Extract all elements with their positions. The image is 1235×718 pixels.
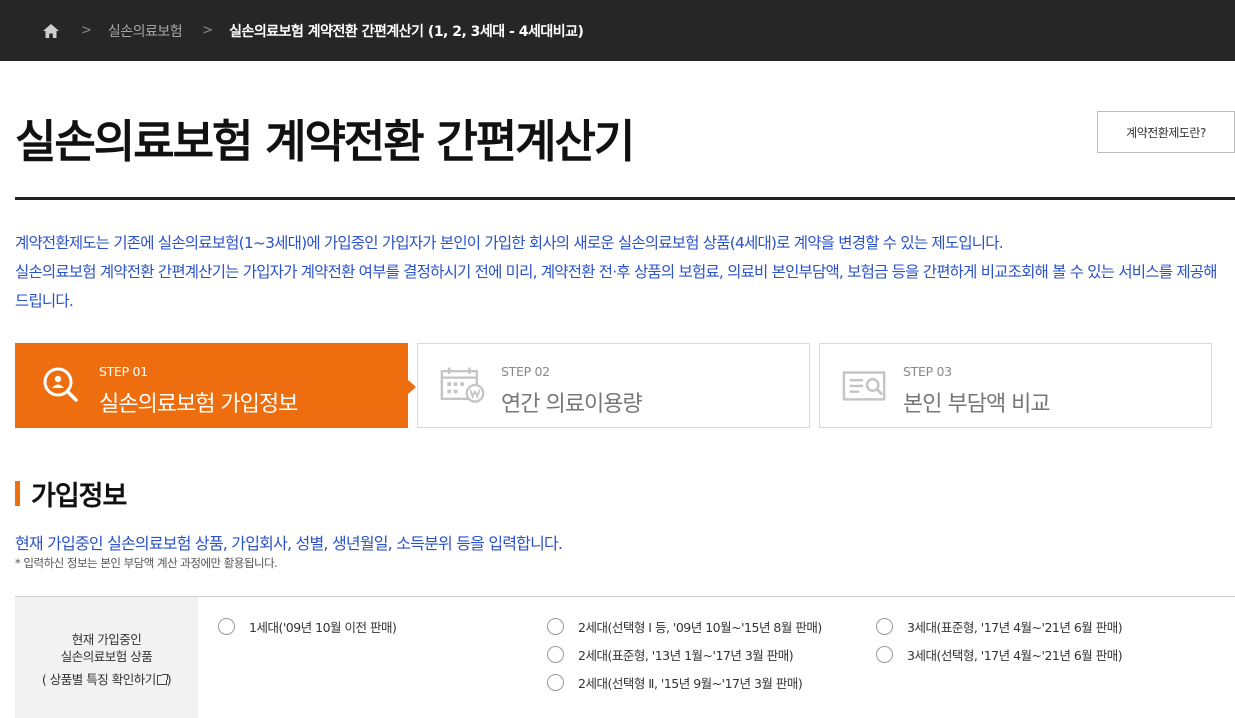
- radio-gen2-standard[interactable]: 2세대(표준형, '13년 1월~'17년 3월 판매): [547, 645, 794, 664]
- radio-label: 2세대(선택형 Ⅰ 등, '09년 10월~'15년 8월 판매): [578, 620, 822, 635]
- breadcrumb: > 실손의료보험 > 실손의료보험 계약전환 간편계산기 (1, 2, 3세대 …: [0, 0, 1235, 61]
- step-01: STEP 01 실손의료보험 가입정보: [15, 343, 416, 428]
- calendar-won-icon: [440, 362, 486, 408]
- intro-line-2: 실손의료보험 계약전환 간편계산기는 가입자가 계약전환 여부를 결정하시기 전…: [15, 263, 1218, 310]
- step-arrow: [408, 380, 416, 394]
- radio-circle[interactable]: [218, 618, 235, 635]
- title-divider: [15, 197, 1235, 200]
- chevron-right-icon: >: [202, 23, 214, 38]
- step-label: 실손의료보험 가입정보: [99, 392, 298, 417]
- section-description: 현재 가입중인 실손의료보험 상품, 가입회사, 성별, 생년월일, 소득분위 …: [15, 534, 563, 553]
- page-title: 실손의료보험 계약전환 간편계산기: [15, 115, 635, 168]
- radio-gen1[interactable]: 1세대('09년 10월 이전 판매): [218, 617, 397, 636]
- breadcrumb-item-current: 실손의료보험 계약전환 간편계산기 (1, 2, 3세대 - 4세대비교): [229, 23, 584, 40]
- search-person-icon: [38, 362, 84, 408]
- section-title: 가입정보: [31, 481, 127, 512]
- step-02: STEP 02 연간 의료이용량: [417, 343, 810, 428]
- radio-gen3-standard[interactable]: 3세대(표준형, '17년 4월~'21년 6월 판매): [876, 617, 1123, 636]
- radio-circle[interactable]: [876, 618, 893, 635]
- document-search-icon: [842, 362, 888, 408]
- radio-label: 3세대(선택형, '17년 4월~'21년 6월 판매): [907, 648, 1123, 663]
- radio-circle[interactable]: [547, 674, 564, 691]
- radio-label: 3세대(표준형, '17년 4월~'21년 6월 판매): [907, 620, 1123, 635]
- home-icon[interactable]: [41, 21, 61, 41]
- radio-circle[interactable]: [547, 646, 564, 663]
- product-features-link[interactable]: ( 상품별 특징 확인하기): [41, 671, 172, 688]
- step-label: 본인 부담액 비교: [903, 392, 1051, 417]
- step-number: STEP 01: [99, 364, 148, 379]
- radio-label: 1세대('09년 10월 이전 판매): [249, 620, 397, 635]
- intro-line-1: 계약전환제도는 기존에 실손의료보험(1~3세대)에 가입중인 가입자가 본인이…: [15, 234, 1004, 252]
- radio-label: 2세대(표준형, '13년 1월~'17년 3월 판매): [578, 648, 794, 663]
- radio-gen3-select[interactable]: 3세대(선택형, '17년 4월~'21년 6월 판매): [876, 645, 1123, 664]
- form-top-border: [15, 596, 1235, 597]
- step-03: STEP 03 본인 부담액 비교: [819, 343, 1212, 428]
- step-number: STEP 02: [501, 364, 550, 379]
- product-label-line-1: 현재 가입중인: [71, 632, 142, 647]
- breadcrumb-item-insurance[interactable]: 실손의료보험: [108, 21, 183, 41]
- radio-circle[interactable]: [876, 646, 893, 663]
- section-note: * 입력하신 정보는 본인 부담액 계산 과정에만 활용됩니다.: [15, 556, 278, 570]
- radio-label: 2세대(선택형 Ⅱ, '15년 9월~'17년 3월 판매): [578, 676, 803, 691]
- radio-gen2-select2[interactable]: 2세대(선택형 Ⅱ, '15년 9월~'17년 3월 판매): [547, 673, 803, 692]
- step-number: STEP 03: [903, 364, 952, 379]
- step-label: 연간 의료이용량: [501, 392, 643, 417]
- radio-gen2-select1[interactable]: 2세대(선택형 Ⅰ 등, '09년 10월~'15년 8월 판매): [547, 617, 822, 636]
- section-accent-bar: [15, 481, 20, 506]
- product-features-link-text: ( 상품별 특징 확인하기: [41, 672, 156, 687]
- radio-circle[interactable]: [547, 618, 564, 635]
- external-link-icon: [156, 674, 168, 685]
- chevron-right-icon: >: [81, 23, 92, 38]
- product-label-line-2: 실손의료보험 상품: [60, 649, 153, 664]
- contract-conversion-info-button[interactable]: 계약전환제도란?: [1097, 111, 1235, 153]
- product-field-label: 현재 가입중인 실손의료보험 상품 ( 상품별 특징 확인하기): [15, 597, 198, 718]
- intro-text: 계약전환제도는 기존에 실손의료보험(1~3세대)에 가입중인 가입자가 본인이…: [15, 229, 1230, 316]
